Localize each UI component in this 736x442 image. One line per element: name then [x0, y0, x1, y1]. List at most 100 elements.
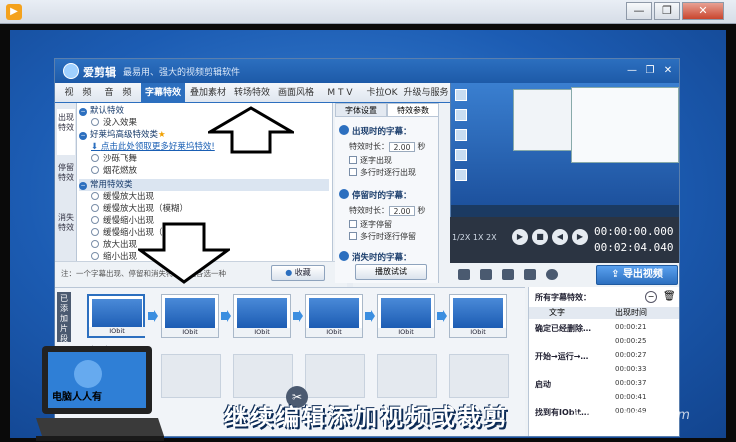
tab-transition-effects[interactable]: 转场特效: [231, 83, 273, 103]
collapse-icon: −: [79, 108, 87, 116]
effect-item[interactable]: 放大出现: [91, 239, 137, 251]
folder-icon[interactable]: [480, 269, 492, 280]
effect-item[interactable]: 缓慢放大出现（模糊）: [91, 203, 188, 215]
more-effects-link[interactable]: ⬇ 点击此处领取更多好莱坞特效!: [91, 141, 215, 153]
tab-subtitle-effects[interactable]: 字幕特效: [141, 83, 185, 103]
side-tab-stay[interactable]: 停留特效: [57, 159, 75, 205]
tab-font-settings[interactable]: 字体设置: [335, 103, 387, 117]
preview-taskbar: [451, 205, 679, 217]
save-icon[interactable]: [524, 269, 536, 280]
appear-option-2[interactable]: 多行时逐行出现: [349, 167, 416, 178]
clip-image: [237, 298, 287, 328]
tab-overlay-material[interactable]: 叠加素材: [187, 83, 229, 103]
clip-name: IObit: [89, 327, 145, 336]
player-title-bar: ▶ — ❐ ✕: [0, 0, 736, 24]
radio-icon: [91, 204, 99, 212]
export-icon: ⇪: [611, 269, 623, 280]
transition-arrow-icon[interactable]: [365, 310, 375, 322]
tab-effect-params[interactable]: 特效参数: [387, 103, 439, 117]
subtitle-row[interactable]: 确定已经删除… 00:00:21: [535, 323, 675, 334]
empty-slot[interactable]: [305, 354, 365, 398]
radio-icon: [91, 118, 99, 126]
clip-name: IObit: [234, 328, 290, 337]
tab-picture-style[interactable]: 画面风格: [275, 83, 317, 103]
stop-icon[interactable]: ■: [532, 229, 548, 245]
appear-option-1[interactable]: 逐字出现: [349, 155, 392, 166]
down-arrow-annotation-icon: [138, 222, 230, 284]
clip-thumbnail[interactable]: IObit: [87, 294, 145, 338]
appear-heading: 出现时的字幕：: [339, 125, 412, 137]
subtitle-list-header: 文字 出现时间: [529, 307, 679, 319]
clip-image: [165, 298, 215, 328]
remove-circle-icon[interactable]: −: [645, 291, 657, 303]
tab-video[interactable]: 视 频: [59, 83, 97, 103]
speed-selector[interactable]: 1/2X 1X 2X: [452, 233, 497, 242]
effect-type-tabs: 出现特效 停留特效 消失特效: [55, 103, 77, 261]
subtitle-row[interactable]: 启动 00:00:37: [535, 379, 675, 390]
effect-item[interactable]: 缓慢放大出现: [91, 191, 154, 203]
checkbox-icon: [349, 168, 357, 176]
next-frame-icon[interactable]: ▶: [572, 229, 588, 245]
clip-thumbnail[interactable]: IObit: [377, 294, 435, 338]
preview-screen: [450, 83, 679, 217]
export-video-label: 导出视频: [622, 269, 663, 280]
share-icon[interactable]: [546, 269, 558, 280]
transition-arrow-icon[interactable]: [148, 310, 158, 322]
desktop-icon: [455, 149, 467, 161]
empty-slot[interactable]: [233, 354, 293, 398]
empty-slot[interactable]: [449, 354, 509, 398]
stay-duration-input[interactable]: 2.00: [389, 206, 415, 216]
tab-audio[interactable]: 音 频: [99, 83, 137, 103]
star-badge-icon: [339, 251, 349, 261]
transition-arrow-icon[interactable]: [293, 310, 303, 322]
video-caption: 继续编辑添加视频或裁剪: [224, 405, 510, 431]
empty-slot[interactable]: [161, 354, 221, 398]
effect-item[interactable]: 烟花燃放: [91, 165, 137, 177]
group-common[interactable]: − 常用特效类: [79, 179, 329, 191]
tab-mtv[interactable]: M T V: [319, 83, 361, 103]
clip-thumbnail[interactable]: IObit: [449, 294, 507, 338]
vanish-heading: 消失时的字幕：: [339, 251, 412, 263]
clip-thumbnail[interactable]: IObit: [233, 294, 291, 338]
transition-arrow-icon[interactable]: [221, 310, 231, 322]
clip-name: IObit: [450, 328, 506, 337]
app-restore-button[interactable]: ❐: [643, 64, 657, 78]
side-tab-stay-label: 停留特效: [58, 163, 74, 182]
prev-frame-icon[interactable]: ◀: [552, 229, 568, 245]
checkbox-icon: [349, 156, 357, 164]
side-tab-appear[interactable]: 出现特效: [57, 109, 75, 155]
desktop-icon: [455, 129, 467, 141]
app-minimize-button[interactable]: —: [625, 64, 639, 78]
stay-option-1[interactable]: 逐字停留: [349, 219, 392, 230]
collect-button[interactable]: ● 收藏: [271, 265, 325, 281]
side-tab-vanish[interactable]: 消失特效: [57, 209, 75, 255]
play-preview-button[interactable]: 播放试试: [355, 264, 427, 280]
close-button[interactable]: ✕: [682, 2, 724, 20]
restore-button[interactable]: ❐: [654, 2, 680, 20]
appear-duration-input[interactable]: 2.00: [389, 142, 415, 152]
radio-icon: [91, 192, 99, 200]
clip-thumbnail[interactable]: IObit: [161, 294, 219, 338]
side-tab-appear-label: 出现特效: [58, 113, 74, 132]
empty-slot[interactable]: [377, 354, 437, 398]
subtitle-row[interactable]: 开始→运行→… 00:00:27: [535, 351, 675, 362]
export-video-button[interactable]: ⇪ 导出视频: [596, 265, 678, 285]
screenshot-icon[interactable]: [458, 269, 470, 280]
app-close-button[interactable]: ✕: [661, 64, 675, 78]
minimize-button[interactable]: —: [626, 2, 652, 20]
app-slogan: 最易用、强大的视频剪辑软件: [123, 68, 241, 78]
transition-arrow-icon[interactable]: [437, 310, 447, 322]
player-toolbar: ⇪ 导出视频: [450, 263, 679, 287]
radio-icon: [91, 166, 99, 174]
trash-icon[interactable]: 🗑: [663, 291, 676, 302]
star-badge-icon: [339, 189, 349, 199]
effect-item[interactable]: 沙砾飞舞: [91, 153, 137, 165]
effect-item[interactable]: 没入效果: [91, 117, 137, 129]
tab-karaoke[interactable]: 卡拉OK: [363, 83, 401, 103]
film-icon[interactable]: [502, 269, 514, 280]
clip-image: [453, 298, 503, 328]
stay-option-2[interactable]: 多行时逐行停留: [349, 231, 416, 242]
clip-thumbnail[interactable]: IObit: [305, 294, 363, 338]
play-icon[interactable]: ▶: [512, 229, 528, 245]
tab-upgrade-service[interactable]: 升级与服务: [403, 83, 449, 103]
